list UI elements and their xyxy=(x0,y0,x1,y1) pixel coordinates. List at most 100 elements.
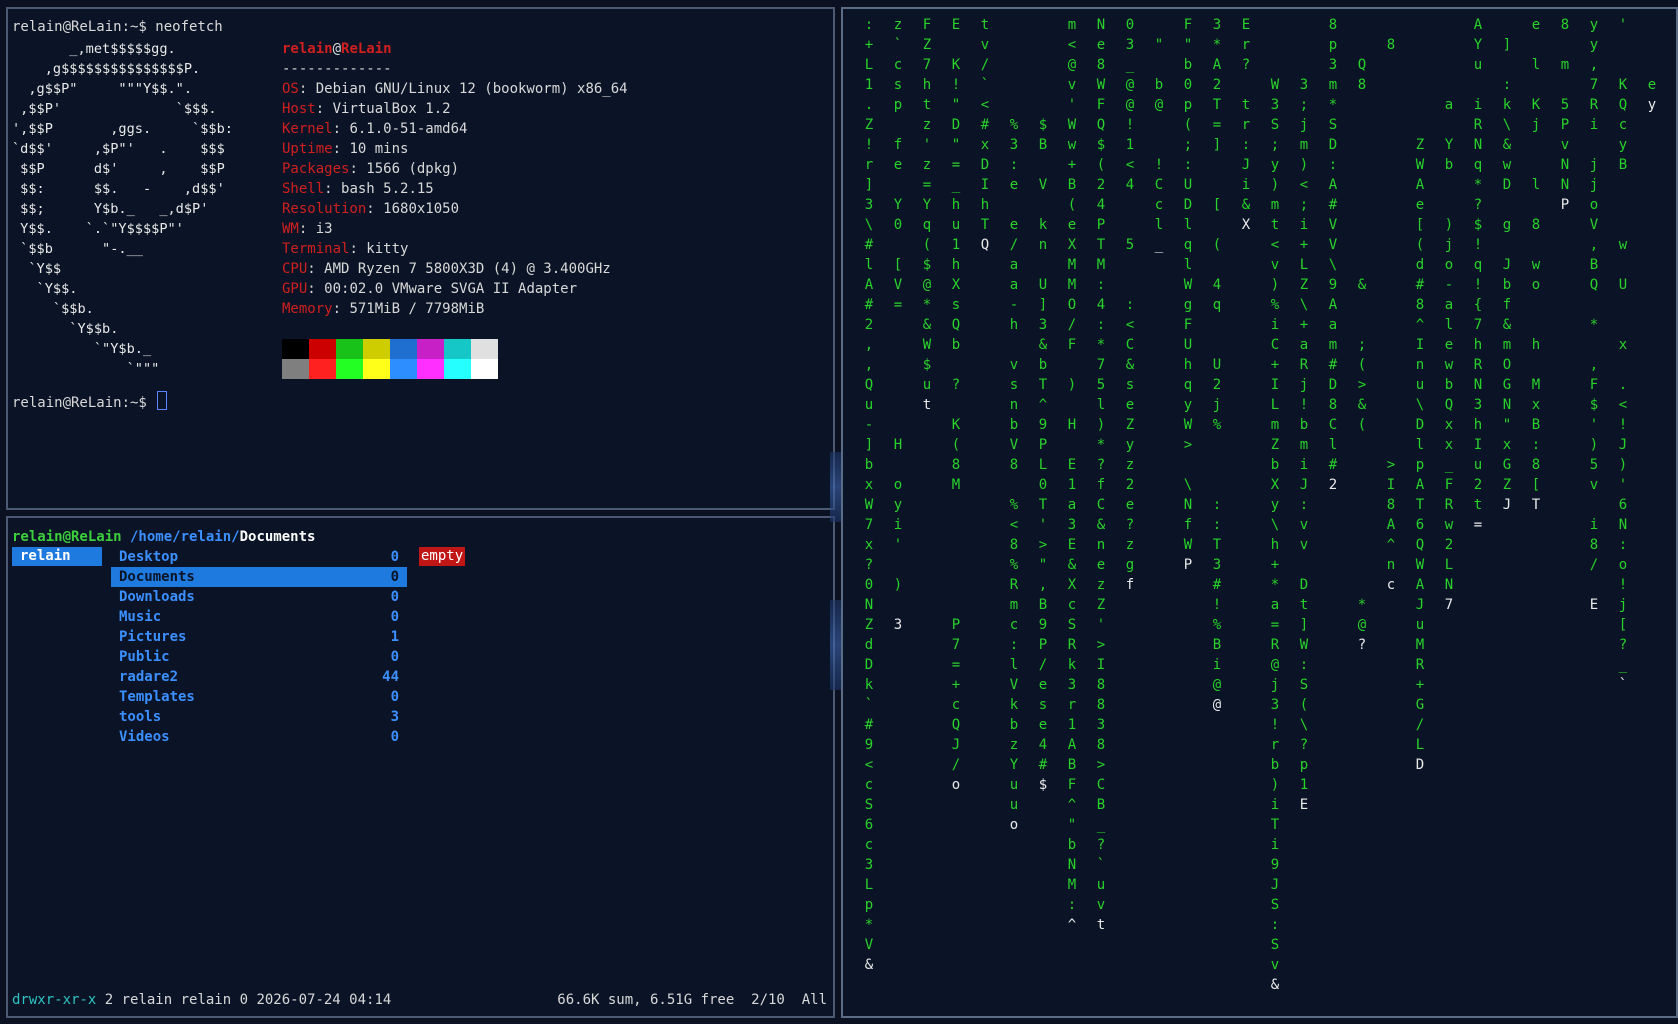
info-resolution: Resolution: 1680x1050 xyxy=(282,201,460,217)
color-swatch xyxy=(444,339,471,359)
color-swatch xyxy=(417,359,444,379)
color-swatch xyxy=(309,359,336,379)
logo-line: `Y$$b. xyxy=(12,321,119,337)
matrix-column: z ` c s p fe Y0 [V = H o y i ' ) 3 xyxy=(893,17,903,633)
matrix-column: Er? t r: Ji & X xyxy=(1241,17,1251,233)
color-swatch xyxy=(417,339,444,359)
matrix-column: t v / ` < # x D Ih T Q xyxy=(980,17,990,253)
logo-line: $$P d$' , $$P xyxy=(12,161,225,177)
matrix-column: % 3: e e / a a - h vsnbV8 % <8% Rm c: l Vk b z Yu u o xyxy=(1009,117,1019,833)
info-packages: Packages: 1566 (dpkg) xyxy=(282,161,460,177)
user-host-title: relain@ReLain xyxy=(282,41,392,57)
logo-line: `""" xyxy=(12,361,160,377)
color-swatch xyxy=(336,359,363,379)
debian-logo-ascii: _,met$$$$$gg. ,g$$$$$$$$$$$$$$$P. ,g$$P"… xyxy=(12,39,233,379)
color-swatch xyxy=(336,339,363,359)
status-right: 66.6K sum, 6.51G free 2/10 All xyxy=(557,992,827,1008)
matrix-column: AYu i R Nq *? $! q!{7 h R N 3 h Iu 2 t = xyxy=(1473,17,1483,533)
matrix-column: ' KQcyB w U x . <! J) ' 6 N: o! j[? _ ` xyxy=(1618,17,1628,693)
matrix-column: e l Kj l 8 wo h Mx B:8[T xyxy=(1531,17,1541,513)
info-cpu: CPU: AMD Ryzen 7 5800X3D (4) @ 3.400GHz xyxy=(282,261,611,277)
matrix-column: $ B V kn U] 3 & b T ^ 9 P L 0 T ' > ", B 9 P / e s e 4 # $ xyxy=(1038,117,1048,793)
info-memory: Memory: 571MiB / 7798MiB xyxy=(282,301,485,317)
command-line: relain@ReLain:~$ neofetch xyxy=(12,19,223,35)
color-swatch xyxy=(471,339,498,359)
logo-line: _,met$$$$$gg. xyxy=(12,41,176,57)
parent-dir-item[interactable]: relain xyxy=(12,547,102,566)
info-uptime: Uptime: 10 mins xyxy=(282,141,409,157)
color-palette xyxy=(282,339,498,379)
logo-line: `Y$$. xyxy=(12,281,78,297)
logo-line: `"Y$b._ xyxy=(12,341,152,357)
directory-item[interactable]: radare2 44 xyxy=(111,667,407,687)
directory-item[interactable]: Pictures 1 xyxy=(111,627,407,647)
color-swatch xyxy=(363,359,390,379)
matrix-column: ey xyxy=(1647,77,1657,113)
directory-item[interactable]: Videos 0 xyxy=(111,727,407,747)
logo-line: ,g$$P" """Y$$.". xyxy=(12,81,193,97)
matrix-column: F Z 7 h t z ' z = Yq($ @ * & W $ u t xyxy=(922,17,932,413)
logo-line: `d$$' ,$P"' . $$$ xyxy=(12,141,225,157)
info-kernel: Kernel: 6.1.0-51-amd64 xyxy=(282,121,468,137)
info-wm: WM: i3 xyxy=(282,221,333,237)
logo-line: ,$$P' `$$$. xyxy=(12,101,217,117)
directory-list[interactable]: Desktop 0 Documents 0 Downloads 0 Music 0 Pictur… xyxy=(111,547,407,747)
file-info: 2 relain relain 0 2026-07-24 04:14 xyxy=(96,992,392,1008)
logo-line: `$$b "-.__ xyxy=(12,241,143,257)
directory-item[interactable]: Downloads 0 xyxy=(111,587,407,607)
matrix-column: 8 > I 8 A ^ n c xyxy=(1386,37,1396,593)
matrix-column: ] : k \ & w D g Jb f & m O G N " x G Z J xyxy=(1502,37,1512,513)
text-cursor xyxy=(157,391,168,410)
logo-line: ',$$P ,ggs. `$$b: xyxy=(12,121,233,137)
permissions: drwxr-xr-x xyxy=(12,992,97,1008)
logo-line: ,g$$$$$$$$$$$$$$$P. xyxy=(12,61,201,77)
directory-item[interactable]: Public 0 xyxy=(111,647,407,667)
color-swatch xyxy=(282,339,309,359)
info-terminal: Terminal: kitty xyxy=(282,241,409,257)
logo-line: `$$b. xyxy=(12,301,94,317)
matrix-column: Ne 8 W F Q $(2 4 P T M:4: * 7 5 l) *? f C & n e z Z ' > I 8 8 3 8 > C B… xyxy=(1096,17,1106,933)
info-gpu: GPU: 00:02.0 VMware SVGA II Adapter xyxy=(282,281,578,297)
separator: ------------- xyxy=(282,61,392,77)
directory-item[interactable]: Music 0 xyxy=(111,607,407,627)
neofetch-terminal[interactable]: relain@ReLain:~$ neofetch _,met$$$$$gg. … xyxy=(6,7,835,510)
info-host: Host: VirtualBox 1.2 xyxy=(282,101,451,117)
matrix-column: " b @ ! Cc l _ xyxy=(1154,37,1164,253)
directory-item[interactable]: tools 3 xyxy=(111,707,407,727)
ranger-file-manager[interactable]: relain@ReLain /home/relain/Documents rel… xyxy=(6,516,835,1018)
matrix-terminal[interactable]: : + L 1. Z! r] 3 \ # l A #2,, Qu -] b x W 7 x? 0 N Zd Dk ` #9 < c S… xyxy=(841,7,1678,1018)
matrix-column: m < @ v ' Ww + B(e X M M O / F ) H E 1 a 3 E & Xc S Rk 3 r 1 A B F ^… xyxy=(1067,17,1077,933)
matrix-column: 8 m 5PvNNP xyxy=(1560,17,1570,213)
color-swatch xyxy=(282,359,309,379)
matrix-column: W 3 S; y) m t < v)% i C + I Lm Zb Xy \ h + * a = R @ j 3! r b) i Ti 9… xyxy=(1270,77,1280,993)
matrix-column: 0 3 _ @ @! 1 <4 5 : < C & s e Zy z 2 e? z g f xyxy=(1125,17,1135,593)
logo-line: `Y$$ xyxy=(12,261,62,277)
matrix-column: Z W Ae[(d #8 ^ In u \ Dl p A T 6 Q W A Ju M R + G / L D xyxy=(1415,137,1425,773)
preview-empty-badge: empty xyxy=(419,547,466,566)
matrix-column: yy,7Ri jjoV,BQ * , F $ ') 5 v i 8/ E xyxy=(1589,17,1599,613)
matrix-column: a Yb ) j o - a l e w b Qx x _ F Rw 2 L N 7 xyxy=(1444,97,1454,613)
matrix-column: 3 * A 2 T =] [ ( 4q U 2 j% :: T 3 #!% Bi @ @ xyxy=(1212,17,1222,713)
color-swatch xyxy=(309,339,336,359)
color-swatch xyxy=(390,359,417,379)
color-swatch xyxy=(471,359,498,379)
logo-line: Y$$. `.`"Y$$$$P"' xyxy=(12,221,184,237)
matrix-column: 3; j m) <; i + L Z \ + a Rj! b m i J: v v Dt] W: S(\? p 1 E xyxy=(1299,77,1309,813)
directory-item[interactable]: Documents 0 xyxy=(111,567,407,587)
color-swatch xyxy=(390,339,417,359)
matrix-column: F " b 0 p(;: U Dl q l Wg F Uh q y W > \ Nf W P xyxy=(1183,17,1193,573)
matrix-column: Q8 & ;(> &( * @? xyxy=(1357,57,1367,653)
info-shell: Shell: bash 5.2.15 xyxy=(282,181,434,197)
directory-item[interactable]: Templates 0 xyxy=(111,687,407,707)
color-swatch xyxy=(444,359,471,379)
status-bar: drwxr-xr-x 2 relain relain 0 2026-07-24 … xyxy=(12,990,827,1010)
info-os: OS: Debian GNU/Linux 12 (bookworm) x86_6… xyxy=(282,81,628,97)
color-swatch xyxy=(363,339,390,359)
shell-prompt[interactable]: relain@ReLain:~$ xyxy=(12,391,168,413)
logo-line: $$; Y$b._ _,d$P' xyxy=(12,201,209,217)
matrix-column: : + L 1. Z! r] 3 \ # l A #2,, Qu -] b x W 7 x? 0 N Zd Dk ` #9 < c S… xyxy=(864,17,874,973)
directory-item[interactable]: Desktop 0 xyxy=(111,547,407,567)
system-info: relain@ReLain ------------- OS: Debian G… xyxy=(282,39,628,319)
matrix-column: 8 p 3 m * S D: A # V V \ 9 Aa m # D 8 Cl #2 xyxy=(1328,17,1338,493)
logo-line: $$: $$. - ,d$$' xyxy=(12,181,225,197)
